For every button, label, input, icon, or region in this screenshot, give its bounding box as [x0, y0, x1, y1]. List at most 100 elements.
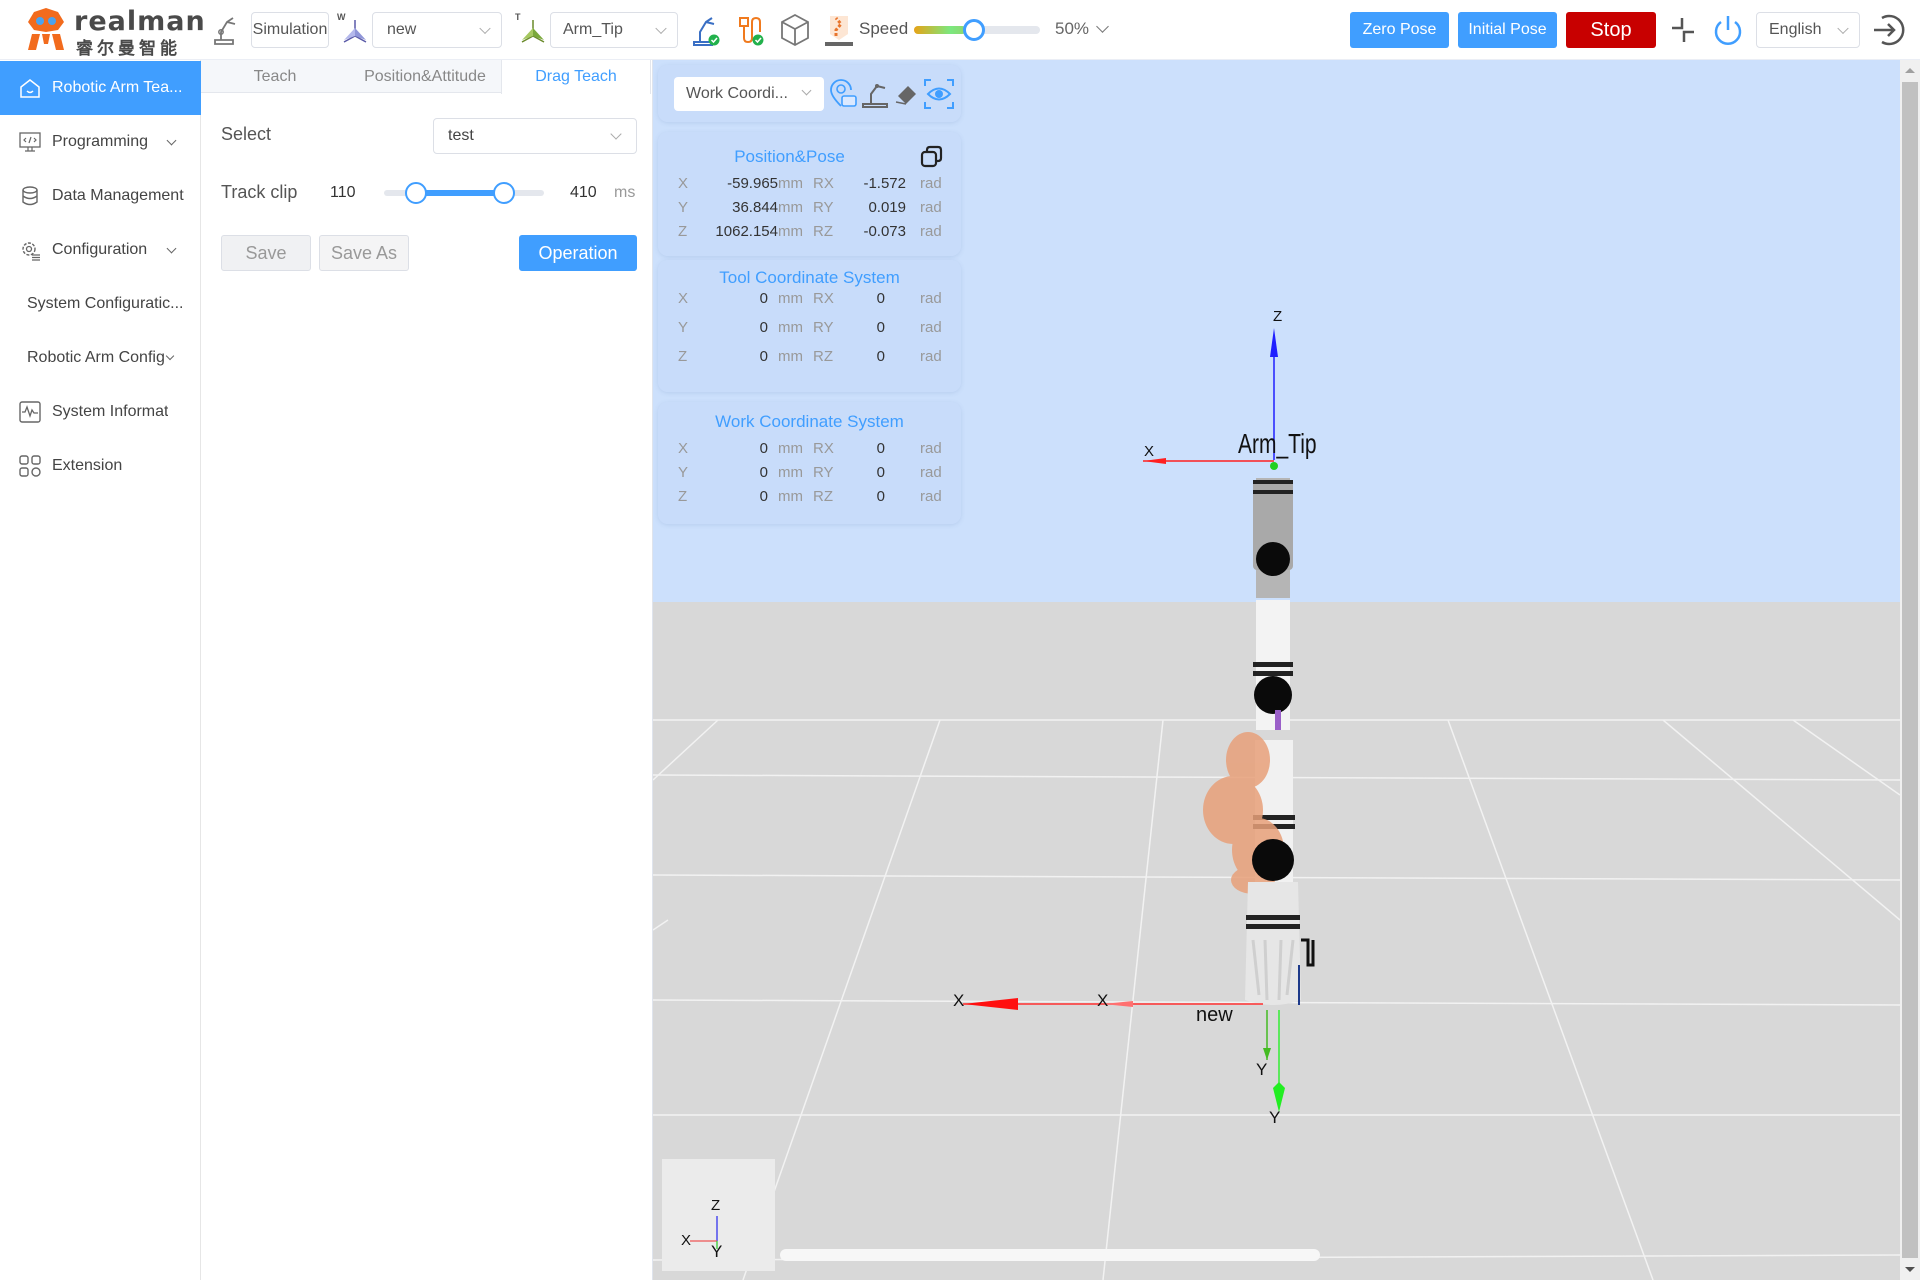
- gizmo-y-label: Y: [711, 1242, 723, 1261]
- rotation-axis-label: RY: [813, 199, 834, 216]
- position-value: 1062.154: [715, 223, 778, 240]
- rotation-axis-label: RZ: [813, 488, 833, 505]
- tool-frame-select[interactable]: Arm_Tip: [550, 12, 678, 48]
- track-clip-start-thumb[interactable]: [405, 182, 427, 204]
- base-x-label-outer: X: [953, 991, 965, 1010]
- save-as-button[interactable]: Save As: [319, 235, 409, 271]
- tab-teach[interactable]: Teach: [201, 60, 349, 93]
- scroll-down-arrow-icon[interactable]: [1905, 1267, 1915, 1272]
- database-icon: [18, 184, 42, 208]
- copy-icon[interactable]: [919, 144, 945, 170]
- axis-label: X: [678, 290, 689, 307]
- axis-label: Z: [678, 223, 688, 240]
- tip-x-label: X: [1144, 443, 1155, 460]
- work-frame-icon: [340, 16, 370, 46]
- sidebar-item-system-configuration[interactable]: System Configuratic...: [0, 277, 201, 331]
- mode-indicator[interactable]: Simulation: [251, 12, 329, 48]
- save-button[interactable]: Save: [221, 235, 311, 271]
- track-clip-unit: ms: [614, 184, 636, 201]
- code-monitor-icon: [18, 130, 42, 154]
- position-unit: mm: [778, 319, 803, 336]
- sidebar: Robotic Arm Tea... Programming Data Mana…: [0, 60, 201, 1280]
- chevron-down-icon: [479, 22, 491, 35]
- operation-button[interactable]: Operation: [519, 235, 637, 271]
- sidebar-item-label: Robotic Arm Tea...: [52, 79, 183, 96]
- base-y-label-inner: Y: [1256, 1060, 1268, 1079]
- chevron-down-icon: [655, 22, 667, 35]
- position-unit: mm: [778, 464, 803, 481]
- sidebar-item-data-management[interactable]: Data Management: [0, 169, 201, 223]
- sidebar-item-system-information[interactable]: System Informat: [0, 385, 201, 439]
- select-label: Select: [221, 124, 272, 144]
- track-clip-slider[interactable]: [384, 182, 544, 204]
- rotation-value: -1.572: [863, 175, 906, 192]
- speed-slider-thumb[interactable]: [962, 19, 985, 41]
- cube-view-icon[interactable]: [778, 12, 812, 48]
- rotation-value: 0: [876, 348, 885, 365]
- collapse-icon[interactable]: [1668, 14, 1698, 46]
- logo-text-cn: 睿尔曼智能: [76, 39, 181, 59]
- tab-drag-teach[interactable]: Drag Teach: [501, 60, 651, 94]
- coordinate-row: X 0 mm RX 0 rad: [658, 290, 961, 312]
- viewport-horizontal-scrollbar[interactable]: [780, 1249, 1320, 1261]
- track-clip-end-thumb[interactable]: [493, 182, 515, 204]
- 3d-viewport[interactable]: Z X Arm_Tip X X new Y Y Work Coordi... P…: [653, 60, 1900, 1280]
- axis-label: Z: [678, 488, 688, 505]
- language-select[interactable]: English: [1756, 12, 1860, 48]
- rotation-axis-label: RX: [813, 440, 834, 457]
- arm-view-icon[interactable]: [859, 78, 891, 110]
- initial-pose-button[interactable]: Initial Pose: [1458, 12, 1557, 48]
- vertical-scrollbar[interactable]: [1900, 60, 1920, 1280]
- rotation-value: 0: [876, 440, 885, 457]
- speed-slider[interactable]: [914, 19, 1040, 41]
- io-connected-icon[interactable]: [734, 12, 766, 48]
- logo-text: realman: [74, 6, 206, 37]
- coordinate-row: Y 0 mm RY 0 rad: [658, 464, 961, 486]
- arm-connected-icon[interactable]: [690, 12, 722, 48]
- sidebar-item-robotic-arm-teach[interactable]: Robotic Arm Tea...: [0, 61, 201, 115]
- stop-button[interactable]: Stop: [1566, 12, 1656, 48]
- logout-icon[interactable]: [1868, 10, 1908, 50]
- realman-logo: realman 睿尔曼智能: [24, 6, 205, 59]
- tab-position-attitude[interactable]: Position&Attitude: [349, 60, 501, 93]
- rotation-axis-label: RY: [813, 319, 834, 336]
- rotation-value: -0.073: [863, 223, 906, 240]
- scrollbar-thumb[interactable]: [1902, 82, 1918, 1258]
- rotation-unit: rad: [920, 488, 942, 505]
- axis-label: Y: [678, 199, 689, 216]
- position-value: 36.844: [732, 199, 778, 216]
- base-y-label-outer: Y: [1269, 1108, 1281, 1127]
- sidebar-item-configuration[interactable]: Configuration: [0, 223, 201, 277]
- position-unit: mm: [778, 223, 803, 240]
- track-clip-min: 110: [330, 184, 356, 201]
- top-toolbar: realman 睿尔曼智能 Simulation W new T Arm_Tip…: [0, 0, 1920, 60]
- sidebar-item-extension[interactable]: Extension: [0, 439, 201, 493]
- position-unit: mm: [778, 348, 803, 365]
- trajectory-select[interactable]: test: [433, 118, 637, 154]
- rotation-value: 0: [876, 488, 885, 505]
- work-frame-select[interactable]: new: [372, 12, 502, 48]
- robot-arm-model[interactable]: [1203, 478, 1315, 1005]
- locate-search-icon[interactable]: [828, 78, 858, 110]
- work-frame-value: new: [387, 21, 417, 38]
- zero-pose-button[interactable]: Zero Pose: [1350, 12, 1449, 48]
- mode-label: Simulation: [252, 21, 328, 38]
- sidebar-item-robotic-arm-config[interactable]: Robotic Arm Config: [0, 331, 201, 385]
- base-frame-axes: [963, 998, 1285, 1112]
- home-icon: [18, 76, 42, 100]
- sidebar-item-programming[interactable]: Programming: [0, 115, 201, 169]
- coordinate-frame-select[interactable]: Work Coordi...: [674, 77, 824, 111]
- power-icon[interactable]: [1710, 12, 1746, 48]
- scroll-up-arrow-icon[interactable]: [1905, 68, 1915, 73]
- tool-frame-icon: [518, 16, 548, 46]
- rotation-unit: rad: [920, 440, 942, 457]
- position-value: 0: [759, 290, 768, 307]
- eye-visibility-icon[interactable]: [922, 77, 956, 111]
- sidebar-item-label: Robotic Arm Config: [27, 349, 165, 366]
- eraser-icon[interactable]: [892, 78, 920, 110]
- robot-arm-icon[interactable]: [211, 12, 239, 46]
- speed-dropdown-chevron-icon[interactable]: [1096, 20, 1109, 33]
- orientation-gizmo[interactable]: Z X Y: [662, 1159, 775, 1271]
- position-value: 0: [759, 464, 768, 481]
- rotation-unit: rad: [920, 348, 942, 365]
